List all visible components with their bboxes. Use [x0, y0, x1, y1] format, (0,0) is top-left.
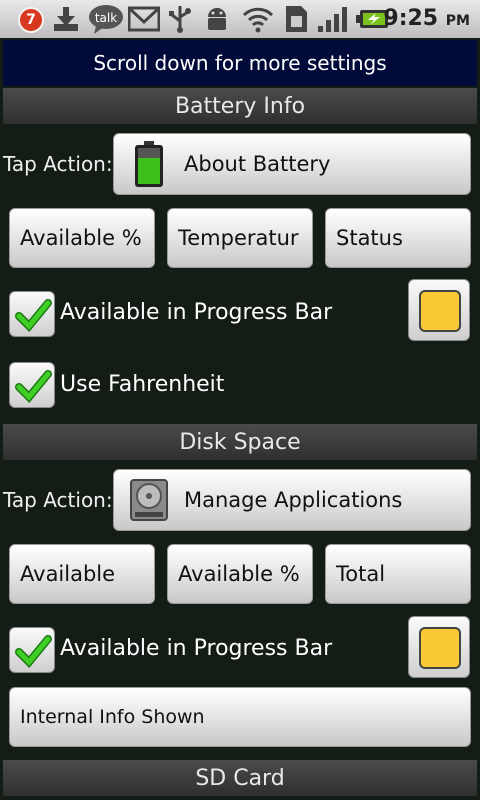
disk-option-available[interactable]: Available [9, 544, 155, 604]
manage-applications-button[interactable]: Manage Applications [113, 469, 471, 531]
disk-option-label: Available [20, 562, 116, 586]
about-battery-label: About Battery [184, 152, 331, 176]
fahrenheit-label: Use Fahrenheit [60, 372, 225, 397]
color-swatch [419, 290, 461, 332]
disk-option-label: Total [336, 562, 386, 586]
notification-count-badge: 7 [18, 7, 44, 33]
disk-option-available-percent[interactable]: Available % [167, 544, 313, 604]
internal-info-button[interactable]: Internal Info Shown [9, 687, 471, 747]
battery-option-status[interactable]: Status [325, 208, 471, 268]
disk-progress-label: Available in Progress Bar [60, 636, 333, 661]
gmail-icon [128, 4, 160, 34]
battery-option-label: Temperatur [178, 226, 299, 250]
download-icon [50, 4, 82, 34]
disk-option-label: Available % [178, 562, 300, 586]
clock-time: 9:25 [383, 6, 439, 31]
battery-option-temperature[interactable]: Temperatur [167, 208, 313, 268]
android-icon [202, 4, 232, 34]
usb-icon [166, 4, 194, 34]
checkmark-icon [15, 635, 52, 668]
battery-color-button[interactable] [408, 279, 470, 341]
battery-progress-checkbox[interactable] [9, 291, 55, 337]
settings-screen[interactable]: Scroll down for more settings Battery In… [0, 38, 480, 800]
clock-ampm: PM [445, 13, 470, 29]
internal-info-label: Internal Info Shown [20, 706, 205, 728]
talk-label: talk [95, 11, 117, 25]
section-header-disk: Disk Space [3, 424, 477, 460]
notification-count: 7 [26, 12, 36, 28]
manage-applications-label: Manage Applications [184, 488, 403, 512]
disk-color-button[interactable] [408, 616, 470, 678]
checkmark-icon [15, 299, 52, 332]
signal-icon [316, 4, 350, 34]
disk-tap-action-label: Tap Action: [3, 488, 113, 512]
wifi-icon [242, 4, 274, 34]
status-bar: 7 talk 9:25 PM [0, 0, 480, 38]
scroll-hint: Scroll down for more settings [3, 40, 477, 86]
section-header-battery: Battery Info [3, 88, 477, 124]
battery-option-label: Available % [20, 226, 142, 250]
checkmark-icon [15, 370, 52, 403]
battery-progress-label: Available in Progress Bar [60, 300, 333, 325]
hard-drive-icon [128, 476, 170, 524]
clock: 9:25 PM [383, 6, 470, 31]
section-header-sd-card: SD Card [3, 760, 477, 796]
fahrenheit-checkbox[interactable] [9, 362, 55, 408]
color-swatch [419, 627, 461, 669]
disk-option-total[interactable]: Total [325, 544, 471, 604]
battery-tap-action-label: Tap Action: [3, 152, 113, 176]
about-battery-button[interactable]: About Battery [113, 133, 471, 195]
disk-progress-checkbox[interactable] [9, 627, 55, 673]
battery-option-label: Status [336, 226, 403, 250]
battery-option-available-percent[interactable]: Available % [9, 208, 155, 268]
battery-icon [128, 140, 170, 188]
talk-icon: talk [88, 4, 124, 34]
sim-icon [282, 4, 310, 34]
